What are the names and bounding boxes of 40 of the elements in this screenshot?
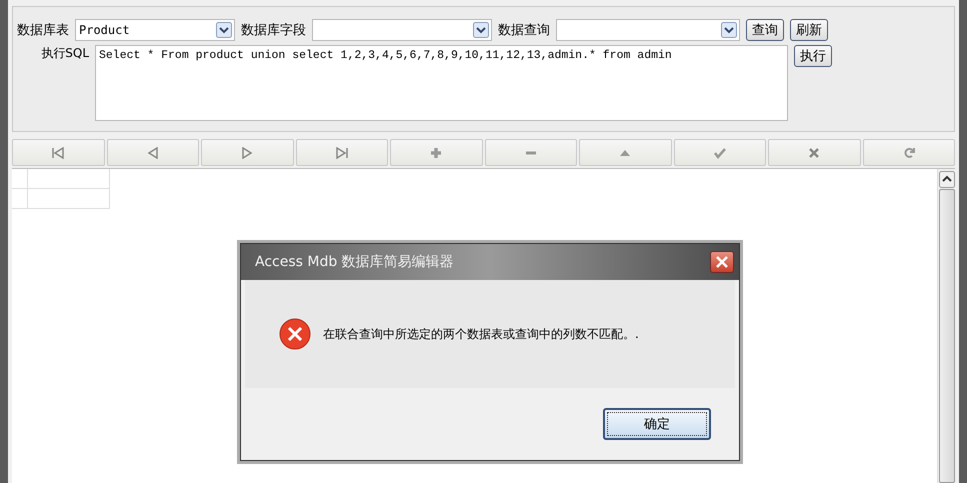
navigator-button[interactable] [768,139,860,166]
checkmark-icon [712,146,727,158]
error-message: 在联合查询中所选定的两个数据表或查询中的列数不匹配。. [323,326,639,342]
plus-icon [429,146,444,158]
close-icon [716,256,728,268]
close-button[interactable] [710,251,734,273]
left-triangle-icon [146,146,160,158]
navigator-button[interactable] [862,139,955,166]
navigator-button[interactable] [106,139,199,166]
run-button[interactable]: 执行 [794,45,832,67]
refresh-icon [902,146,916,158]
navigator-button[interactable] [579,139,672,166]
navigator-button[interactable] [296,139,388,166]
scroll-thumb[interactable] [938,189,954,483]
navigator-button[interactable] [201,139,294,166]
dialog-title: Access Mdb 数据库简易编辑器 [255,253,454,271]
query-label: 数据查询 [498,22,550,39]
vertical-scrollbar[interactable] [937,169,955,483]
navigator-button[interactable] [484,139,577,166]
navigator-button[interactable] [674,139,766,166]
field-dropdown[interactable] [312,19,492,41]
table-label: 数据库表 [17,22,69,39]
scroll-up-icon[interactable] [938,171,954,188]
error-icon [279,318,311,350]
sql-input-field[interactable]: Select * From product union select 1,2,3,4,5,6,7,8,9,10,11,12,13,admin.* from admin [95,45,788,121]
navigator-button[interactable] [390,139,482,166]
cross-icon [807,146,822,158]
query-dropdown[interactable] [556,19,740,41]
navigator-button[interactable] [12,139,104,166]
last-icon [334,146,349,158]
field-label: 数据库字段 [241,22,306,39]
row-header-cell [12,169,28,189]
first-icon [51,146,66,158]
query-button[interactable]: 查询 [746,19,784,41]
row-header-cell [12,189,28,209]
ok-button[interactable]: 确定 [603,408,711,440]
table-dropdown[interactable]: Product [75,19,235,41]
sql-label: 执行SQL [40,45,89,62]
right-triangle-icon [240,146,254,158]
refresh-button[interactable]: 刷新 [790,19,828,41]
